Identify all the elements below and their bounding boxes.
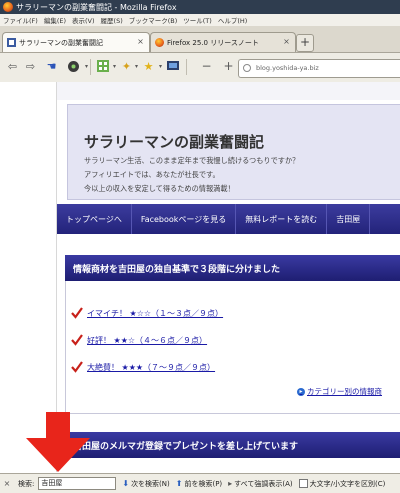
find-input[interactable]: 吉田屋 <box>38 477 117 490</box>
down-arrow-icon: ⬇ <box>122 479 130 488</box>
list-item: 大絶賛！ ★★★（７～９点／９点） <box>71 361 215 373</box>
url-bar[interactable]: blog.yoshida-ya.biz <box>238 59 400 78</box>
forward-arrow-icon[interactable]: ⇨ <box>24 60 37 73</box>
site-description-line: 今以上の収入を安定して得るための情報満載！ <box>84 184 235 193</box>
site-header: サラリーマンの副業奮闘記 サラリーマン生活、このまま定年まで我慢し続けるつもりで… <box>57 100 400 208</box>
back-arrow-icon[interactable]: ⇦ <box>6 60 19 73</box>
navigation-toolbar: ⇦ ⇨ ☚ ▾ ▾ ✦ ▾ ★ ▾ − + blog.yoshida-ya.bi… <box>0 53 400 83</box>
menu-bookmarks[interactable]: ブックマーク(B) <box>129 15 178 25</box>
page-top-strip <box>57 82 400 100</box>
match-case-checkbox[interactable]: 大文字/小文字を区別(C) <box>298 479 386 489</box>
new-tab-button[interactable]: + <box>296 34 314 52</box>
zoom-out-icon[interactable]: − <box>200 60 213 73</box>
close-tab-icon[interactable]: × <box>136 37 145 46</box>
addon-dial-icon[interactable] <box>67 60 80 73</box>
category-link-label: カテゴリー別の情報商 <box>307 387 382 396</box>
match-case-label: 大文字/小文字を区別(C) <box>309 479 386 488</box>
section-rating-heading: 情報商材を吉田屋の独自基準で３段階に分けました <box>65 255 400 281</box>
section-mailmag-heading: 吉田屋のメルマガ登録でプレゼントを差し上げています <box>65 432 400 458</box>
red-down-arrow-icon <box>26 412 90 472</box>
tab-label: Firefox 25.0 リリースノート <box>167 38 259 47</box>
menu-help[interactable]: ヘルプ(H) <box>218 15 247 25</box>
checkbox-box[interactable] <box>298 479 308 488</box>
close-tab-icon[interactable]: × <box>282 37 291 46</box>
tab-release-notes[interactable]: Firefox 25.0 リリースノート × <box>150 32 296 52</box>
site-nav-menu: トップページへ Facebookページを見る 無料レポートを読む 吉田屋 <box>57 204 400 234</box>
nav-yoshidaya[interactable]: 吉田屋 <box>327 204 371 234</box>
highlight-all-label: すべて強調表示(A) <box>234 479 293 488</box>
window-titlebar: サラリーマンの副業奮闘記 - Mozilla Firefox <box>0 0 400 14</box>
find-bar: × 検索: 吉田屋 ⬇ 次を検索(N) ⬆ 前を検索(P) ▸ すべて強調表示(… <box>0 473 400 493</box>
menu-edit[interactable]: 編集(E) <box>44 15 66 25</box>
addon-screen-icon[interactable] <box>166 60 179 73</box>
site-description-line: アフィリエイトでは、あなたが社長です。 <box>84 170 220 179</box>
arrow-circle-icon: ▸ <box>297 387 305 396</box>
site-header-box: サラリーマンの副業奮闘記 サラリーマン生活、このまま定年まで我慢し続けるつもりで… <box>67 104 400 200</box>
site-identity-icon[interactable] <box>243 64 251 72</box>
find-prev-label: 前を検索(P) <box>184 479 223 488</box>
web-page: サラリーマンの副業奮闘記 サラリーマン生活、このまま定年まで我慢し続けるつもりで… <box>57 82 400 473</box>
nav-top-page[interactable]: トップページへ <box>57 204 132 234</box>
window-title: サラリーマンの副業奮闘記 - Mozilla Firefox <box>16 2 177 12</box>
red-check-icon <box>71 334 83 346</box>
red-check-icon <box>71 361 83 373</box>
red-check-icon <box>71 307 83 319</box>
find-next-label: 次を検索(N) <box>131 479 170 488</box>
close-findbar-icon[interactable]: × <box>2 479 12 488</box>
firefox-icon <box>3 2 13 12</box>
tab-strip: サラリーマンの副業奮闘記 × Firefox 25.0 リリースノート × + <box>0 26 400 53</box>
addon-hand-icon[interactable]: ☚ <box>45 60 58 73</box>
tab-label: サラリーマンの副業奮闘記 <box>19 38 103 47</box>
rating-link-kouhyou[interactable]: 好評！ ★★☆（４～６点／９点） <box>87 335 207 346</box>
toolbar-separator <box>90 59 91 75</box>
dropdown-arrow-icon[interactable]: ▾ <box>80 60 93 73</box>
nav-free-report[interactable]: 無料レポートを読む <box>236 204 328 234</box>
find-prev-button[interactable]: ⬆ 前を検索(P) <box>176 479 222 489</box>
menu-tools[interactable]: ツール(T) <box>183 15 212 25</box>
category-link[interactable]: ▸ カテゴリー別の情報商 <box>297 386 382 397</box>
rating-link-imaichi[interactable]: イマイチ！ ★☆☆（１～３点／９点） <box>87 308 223 319</box>
highlight-all-button[interactable]: ▸ すべて強調表示(A) <box>228 479 293 489</box>
list-item: イマイチ！ ★☆☆（１～３点／９点） <box>71 307 223 319</box>
list-item: 好評！ ★★☆（４～６点／９点） <box>71 334 207 346</box>
menu-view[interactable]: 表示(V) <box>72 15 95 25</box>
site-title[interactable]: サラリーマンの副業奮闘記 <box>84 131 264 152</box>
menu-history[interactable]: 履歴(S) <box>101 15 123 25</box>
find-label: 検索: <box>18 479 35 488</box>
nav-facebook-page[interactable]: Facebookページを見る <box>132 204 237 234</box>
url-text: blog.yoshida-ya.biz <box>256 64 319 72</box>
blog-favicon-icon <box>7 38 16 47</box>
site-description-line: サラリーマン生活、このまま定年まで我慢し続けるつもりですか？ <box>84 156 300 165</box>
find-next-button[interactable]: ⬇ 次を検索(N) <box>122 479 169 489</box>
menu-file[interactable]: ファイル(F) <box>3 15 38 25</box>
highlight-icon: ▸ <box>228 479 233 488</box>
tab-blog[interactable]: サラリーマンの副業奮闘記 × <box>2 32 150 52</box>
firefox-favicon-icon <box>155 38 164 47</box>
up-arrow-icon: ⬆ <box>175 479 183 488</box>
zoom-in-icon[interactable]: + <box>222 60 235 73</box>
toolbar-separator <box>186 59 187 75</box>
rating-link-daizessan[interactable]: 大絶賛！ ★★★（７～９点／９点） <box>87 362 215 373</box>
